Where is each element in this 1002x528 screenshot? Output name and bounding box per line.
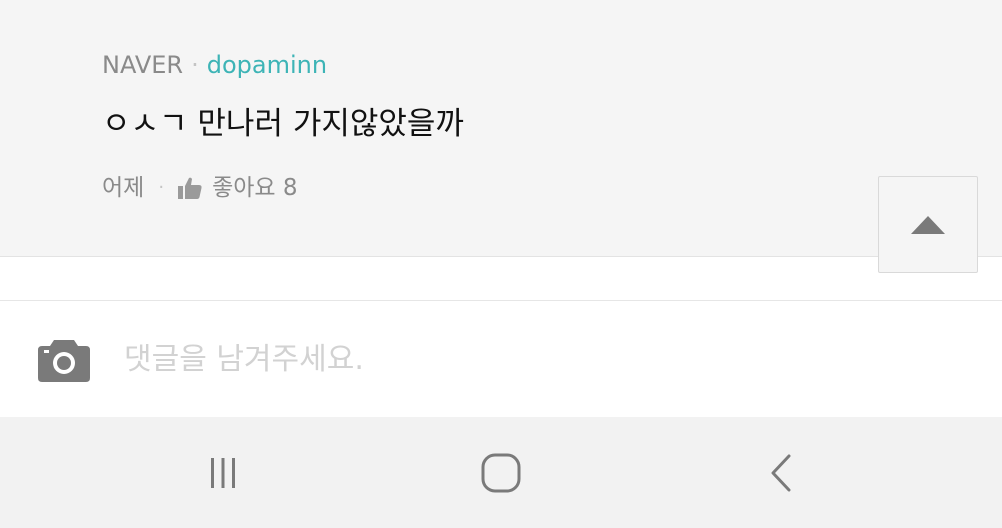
comment-source: NAVER (102, 51, 184, 79)
comment-meta: NAVER · dopaminn (102, 50, 327, 80)
like-button[interactable]: 좋아요 8 (178, 172, 298, 204)
thumbs-up-icon (178, 177, 202, 199)
footer-separator: · (158, 177, 165, 198)
system-nav-bar (0, 417, 1002, 528)
comment-username[interactable]: dopaminn (207, 51, 327, 79)
camera-icon (38, 340, 90, 382)
like-count: 8 (282, 175, 298, 201)
recent-apps-button[interactable] (163, 417, 283, 528)
comment-time: 어제 (102, 175, 145, 201)
comment-footer: 어제 · 좋아요 8 (102, 172, 298, 204)
comment-input[interactable] (124, 331, 964, 387)
scroll-to-top-button[interactable] (878, 176, 978, 273)
comment-item: NAVER · dopaminn ㅇㅅㄱ 만나러 가지않았을까 어제 · 좋아요 8 (0, 0, 1002, 257)
back-icon (771, 454, 791, 491)
camera-button[interactable] (38, 336, 90, 382)
comment-text: ㅇㅅㄱ 만나러 가지않았을까 (102, 106, 464, 142)
recent-apps-icon (211, 457, 235, 488)
home-button[interactable] (441, 417, 561, 528)
home-icon (481, 453, 521, 492)
meta-separator: · (191, 51, 199, 79)
like-label: 좋아요 (212, 175, 276, 201)
triangle-up-icon (911, 215, 945, 234)
back-button[interactable] (721, 417, 841, 528)
comment-input-bar (0, 301, 1002, 417)
